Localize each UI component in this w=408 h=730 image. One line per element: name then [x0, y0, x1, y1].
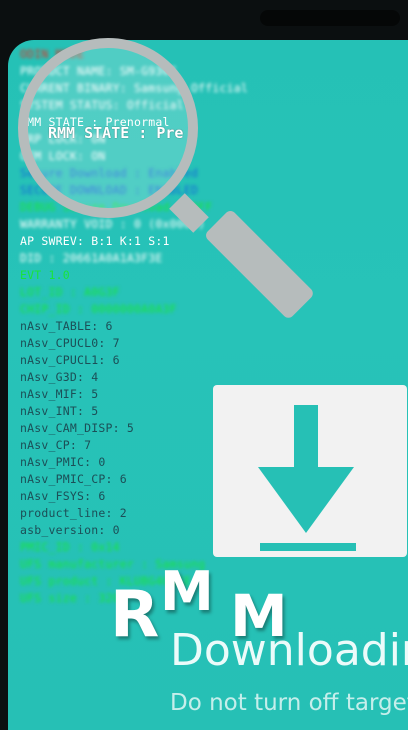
info-line: SECURE DOWNLOAD : ENABLED [20, 183, 199, 197]
info-line: OEM LOCK: ON [20, 149, 106, 163]
downloading-label: Downloading [170, 625, 408, 676]
download-mode-screen: ODIN MODE PRODUCT NAME: SM-G930F CURRENT B… [8, 40, 408, 730]
info-line: CURRENT BINARY: Samsung Official [20, 81, 248, 95]
info-line: SYSTEM STATUS: Official [20, 98, 184, 112]
info-line: RMM STATE : Prenormal [20, 115, 170, 129]
rmm-letter-r: R [110, 578, 160, 652]
info-line: ODIN MODE [20, 47, 85, 61]
do-not-turn-off-label: Do not turn off target [170, 690, 408, 716]
info-line: DID : 20661A0A1A3F3E [20, 251, 163, 265]
info-line: FRP LOCK: ON [20, 132, 106, 146]
download-card [213, 385, 407, 557]
info-line: EVT 1.0 [20, 268, 70, 282]
info-line: CHIP_ID : 0000000A0A3F [20, 302, 177, 316]
info-line: nAsv_CPUCL1: 6 [20, 353, 120, 367]
phone-notch [260, 10, 400, 26]
info-line: nAsv_G3D: 4 [20, 370, 99, 384]
info-line: nAsv_CPUCL0: 7 [20, 336, 120, 350]
info-line: nAsv_TABLE: 6 [20, 319, 113, 333]
info-line: Secure Download : Enabled [20, 166, 199, 180]
rmm-letter-m1: M [160, 560, 214, 623]
phone-frame: ODIN MODE PRODUCT NAME: SM-G930F CURRENT B… [0, 0, 408, 730]
info-line: AP SWREV: B:1 K:1 S:1 [20, 234, 170, 248]
rmm-letter-m2: M [230, 582, 288, 650]
info-line: PRODUCT NAME: SM-G930F [20, 64, 177, 78]
info-line: WARRANTY VOID : 0 (0x0000) [20, 217, 206, 231]
info-line: LOT_ID : A0G3F [20, 285, 120, 299]
info-line: DEBUG Secure Download : OFF [20, 200, 213, 214]
